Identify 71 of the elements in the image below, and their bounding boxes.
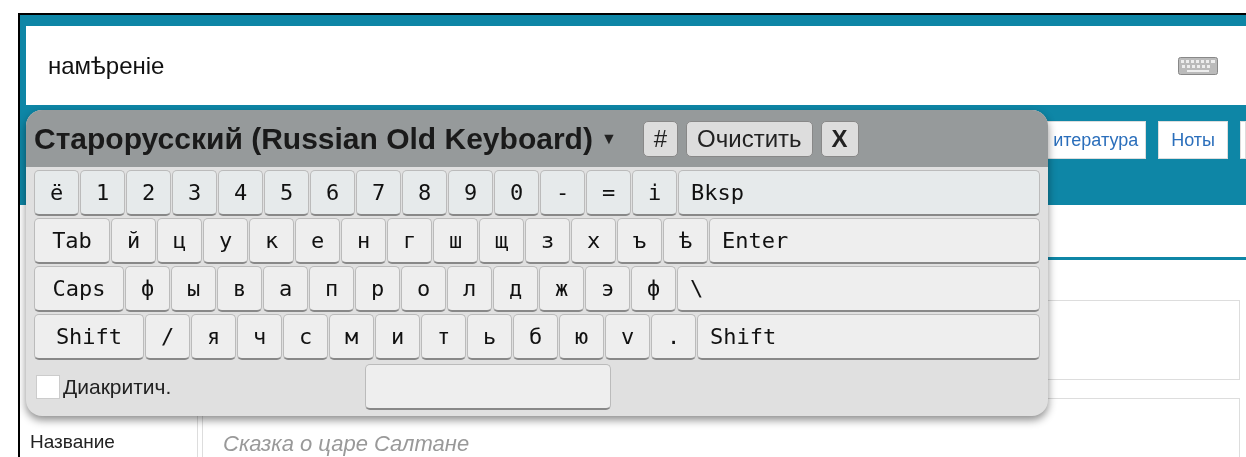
keyboard-key[interactable]: д: [493, 266, 538, 312]
keyboard-key[interactable]: ф: [125, 266, 170, 312]
keyboard-key[interactable]: к: [249, 218, 294, 264]
keyboard-key[interactable]: ч: [237, 314, 282, 360]
keyboard-key[interactable]: ю: [559, 314, 604, 360]
keyboard-key[interactable]: Enter: [709, 218, 1040, 264]
diacritics-checkbox[interactable]: [36, 375, 60, 399]
keyboard-key[interactable]: 1: [80, 170, 125, 216]
keyboard-key[interactable]: с: [283, 314, 328, 360]
keyboard-key[interactable]: Bksp: [678, 170, 1040, 216]
keyboard-key[interactable]: ф: [631, 266, 676, 312]
keyboard-key[interactable]: н: [341, 218, 386, 264]
keyboard-key[interactable]: р: [355, 266, 400, 312]
keyboard-key[interactable]: ы: [171, 266, 216, 312]
keyboard-key[interactable]: п: [309, 266, 354, 312]
keyboard-key[interactable]: э: [585, 266, 630, 312]
keyboard-key[interactable]: у: [203, 218, 248, 264]
keyboard-key[interactable]: е: [295, 218, 340, 264]
space-key[interactable]: [365, 364, 612, 410]
keyboard-key[interactable]: ц: [157, 218, 202, 264]
keyboard-key[interactable]: ь: [467, 314, 512, 360]
keyboard-key[interactable]: Tab: [34, 218, 110, 264]
keyboard-key[interactable]: Caps: [34, 266, 124, 312]
keyboard-key[interactable]: ш: [433, 218, 478, 264]
keyboard-key[interactable]: ж: [539, 266, 584, 312]
keyboard-key[interactable]: ъ: [617, 218, 662, 264]
keyboard-key[interactable]: щ: [479, 218, 524, 264]
keyboard-key[interactable]: v: [605, 314, 650, 360]
keyboard-key[interactable]: 3: [172, 170, 217, 216]
keyboard-key[interactable]: я: [191, 314, 236, 360]
keyboard-key[interactable]: й: [111, 218, 156, 264]
keyboard-key[interactable]: .: [651, 314, 696, 360]
keyboard-key[interactable]: л: [447, 266, 492, 312]
keyboard-key[interactable]: з: [525, 218, 570, 264]
keyboard-key[interactable]: 6: [310, 170, 355, 216]
keyboard-key[interactable]: о: [401, 266, 446, 312]
keyboard-key[interactable]: /: [145, 314, 190, 360]
clear-button[interactable]: Очистить: [686, 120, 813, 157]
keyboard-key[interactable]: Shift: [697, 314, 1040, 360]
keyboard-key[interactable]: б: [513, 314, 558, 360]
keyboard-key[interactable]: х: [571, 218, 616, 264]
keyboard-key[interactable]: и: [375, 314, 420, 360]
keyboard-key[interactable]: г: [387, 218, 432, 264]
keyboard-key[interactable]: 2: [126, 170, 171, 216]
search-input[interactable]: намѣреніе: [46, 46, 1178, 85]
keyboard-key[interactable]: 7: [356, 170, 401, 216]
keyboard-key[interactable]: і: [632, 170, 677, 216]
keyboard-key[interactable]: а: [263, 266, 308, 312]
close-button[interactable]: X: [820, 120, 859, 157]
keyboard-key[interactable]: 5: [264, 170, 309, 216]
keyboard-key[interactable]: м: [329, 314, 374, 360]
keyboard-key[interactable]: ѣ: [663, 218, 708, 264]
keyboard-key[interactable]: -: [540, 170, 585, 216]
keyboard-title: Старорусский (Russian Old Keyboard): [34, 121, 593, 157]
keyboard-key[interactable]: ё: [34, 170, 79, 216]
keyboard-key[interactable]: =: [586, 170, 631, 216]
search-field[interactable]: намѣреніе: [26, 26, 1246, 105]
hash-button[interactable]: #: [642, 120, 679, 157]
keyboard-key[interactable]: 4: [218, 170, 263, 216]
keyboard-key[interactable]: \: [677, 266, 1040, 312]
keyboard-key[interactable]: 8: [402, 170, 447, 216]
keyboard-key[interactable]: Shift: [34, 314, 144, 360]
field-label: Название: [30, 430, 116, 454]
keyboard-key[interactable]: т: [421, 314, 466, 360]
dropdown-caret[interactable]: ▼: [600, 126, 617, 151]
keyboard-key[interactable]: в: [217, 266, 262, 312]
keyboard-icon[interactable]: [1178, 56, 1218, 75]
checkbox-label: Диакритич.: [63, 374, 172, 401]
nav-button[interactable]: Ноты: [1158, 121, 1228, 159]
keyboard-key[interactable]: 0: [494, 170, 539, 216]
keyboard-key[interactable]: 9: [448, 170, 493, 216]
